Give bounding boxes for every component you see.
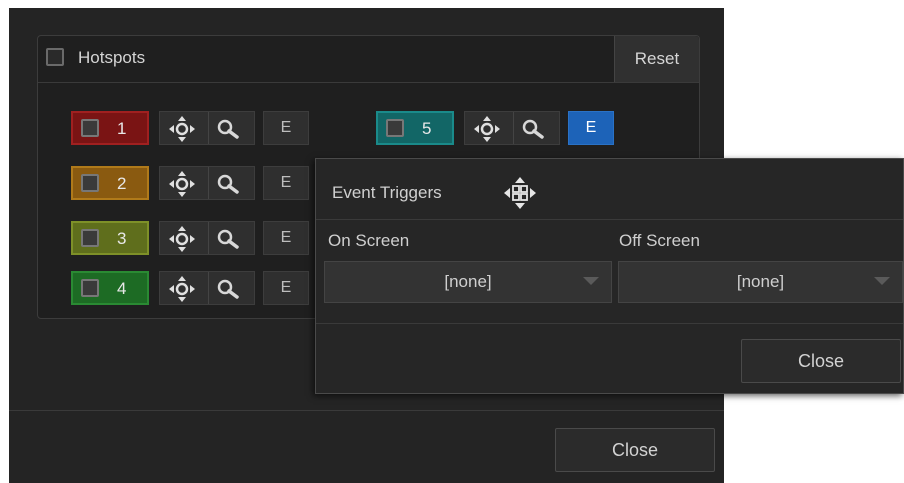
hotspot-badge-1: 1 <box>71 111 149 145</box>
hotspot-row-1: 1 E <box>71 111 311 145</box>
hotspot-tools-4 <box>159 271 255 305</box>
hotspot-badge-5: 5 <box>376 111 454 145</box>
event-triggers-title: Event Triggers <box>332 183 442 202</box>
close-button[interactable]: Close <box>555 428 715 472</box>
tool-divider <box>208 272 209 304</box>
hotspots-header: Hotspots Reset <box>38 36 699 83</box>
on-screen-value: [none] <box>444 272 492 291</box>
hotspot-checkbox-1[interactable] <box>81 119 99 137</box>
edit-events-button-3[interactable]: E <box>263 221 309 255</box>
chevron-down-icon <box>583 277 599 285</box>
hotspot-tools-1 <box>159 111 255 145</box>
off-screen-label: Off Screen <box>619 231 700 250</box>
hotspot-badge-2: 2 <box>71 166 149 200</box>
move-icon[interactable] <box>473 115 501 143</box>
off-screen-select[interactable]: [none] <box>618 261 903 303</box>
hotspot-number-3: 3 <box>117 229 127 248</box>
hotspot-row-3: 3 E <box>71 221 311 255</box>
on-screen-label: On Screen <box>328 231 410 250</box>
hotspot-number-1: 1 <box>117 119 127 138</box>
hotspot-checkbox-4[interactable] <box>81 279 99 297</box>
zoom-icon[interactable] <box>521 118 545 140</box>
hotspot-checkbox-2[interactable] <box>81 174 99 192</box>
off-screen-value: [none] <box>736 272 785 291</box>
tool-divider <box>208 112 209 144</box>
hotspot-badge-4: 4 <box>71 271 149 305</box>
zoom-icon[interactable] <box>216 173 240 195</box>
hotspot-tools-5 <box>464 111 560 145</box>
hotspot-checkbox-5[interactable] <box>386 119 404 137</box>
edit-events-button-4[interactable]: E <box>263 271 309 305</box>
hotspot-tools-3 <box>159 221 255 255</box>
hotspots-enable-checkbox[interactable] <box>46 48 64 66</box>
tool-divider <box>208 222 209 254</box>
footer-divider <box>9 410 724 411</box>
hotspot-number-4: 4 <box>117 279 127 298</box>
dialog-footer-divider <box>316 323 903 324</box>
move-icon[interactable] <box>168 115 196 143</box>
chevron-down-icon <box>874 277 890 285</box>
hotspot-badge-3: 3 <box>71 221 149 255</box>
zoom-icon[interactable] <box>216 278 240 300</box>
hotspot-row-2: 2 E <box>71 166 311 200</box>
move-icon[interactable] <box>168 225 196 253</box>
hotspot-row-5: 5 E <box>376 111 616 145</box>
hotspot-number-2: 2 <box>117 174 127 193</box>
drag-handle-icon[interactable] <box>502 175 538 211</box>
reset-button[interactable]: Reset <box>614 36 699 82</box>
tool-divider <box>208 167 209 199</box>
dialog-close-button[interactable]: Close <box>741 339 901 383</box>
hotspot-number-5: 5 <box>422 119 432 138</box>
zoom-icon[interactable] <box>216 228 240 250</box>
edit-events-button-2[interactable]: E <box>263 166 309 200</box>
on-screen-select[interactable]: [none] <box>324 261 612 303</box>
tool-divider <box>513 112 514 144</box>
hotspot-tools-2 <box>159 166 255 200</box>
event-triggers-dialog: Event Triggers On Screen [none] Off Scre… <box>315 158 904 394</box>
zoom-icon[interactable] <box>216 118 240 140</box>
hotspots-title: Hotspots <box>78 48 146 67</box>
edit-events-button-1[interactable]: E <box>263 111 309 145</box>
move-icon[interactable] <box>168 275 196 303</box>
edit-events-button-5[interactable]: E <box>568 111 614 145</box>
hotspot-row-4: 4 E <box>71 271 311 305</box>
move-icon[interactable] <box>168 170 196 198</box>
dialog-header-divider <box>316 219 903 220</box>
hotspot-checkbox-3[interactable] <box>81 229 99 247</box>
